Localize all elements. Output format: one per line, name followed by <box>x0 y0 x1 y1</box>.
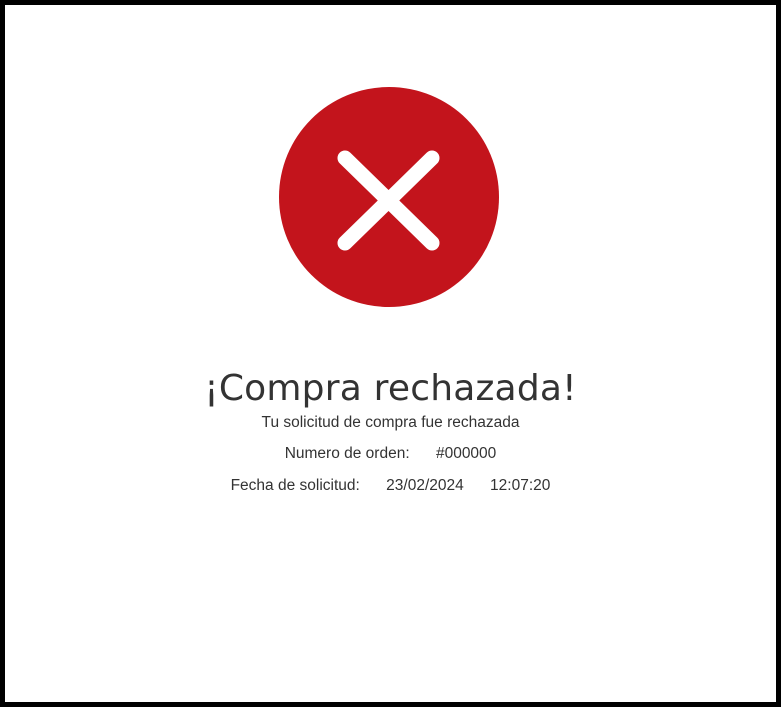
request-date-value: 23/02/2024 <box>386 477 464 494</box>
page-frame: ¡Compra rechazada! Tu solicitud de compr… <box>0 0 781 707</box>
status-message: Tu solicitud de compra fue rechazada <box>261 414 520 431</box>
request-date-row: Fecha de solicitud: 23/02/2024 12:07:20 <box>5 476 776 496</box>
order-number-label: Numero de orden: <box>284 445 410 462</box>
request-time-value: 12:07:20 <box>490 477 551 494</box>
close-icon <box>337 150 440 251</box>
order-number-row: Numero de orden: #000000 <box>5 444 776 464</box>
page-title: ¡Compra rechazada! <box>204 368 577 409</box>
request-date-label: Fecha de solicitud: <box>230 477 360 494</box>
order-number-value: #000000 <box>435 445 497 462</box>
rejected-x-icon <box>279 87 499 307</box>
